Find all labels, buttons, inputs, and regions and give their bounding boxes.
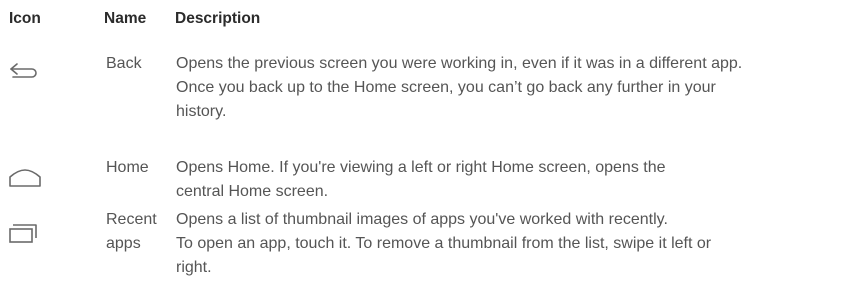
row-name: Back [106,55,142,72]
recent-apps-icon [8,222,42,246]
navigation-buttons-table: Icon Name Description Back Opens the pre… [0,0,844,304]
header-description: Description [175,10,261,27]
header-name: Name [104,10,147,27]
home-icon [8,166,42,190]
row-description: Opens a list of thumbnail images of apps… [176,211,712,276]
header-icon: Icon [9,10,41,27]
row-name: Home [106,159,149,176]
row-description: Opens the previous screen you were worki… [176,55,743,120]
back-arrow-icon [8,56,42,80]
row-description: Opens Home. If you're viewing a left or … [176,159,666,200]
row-name: Recent apps [106,211,157,252]
